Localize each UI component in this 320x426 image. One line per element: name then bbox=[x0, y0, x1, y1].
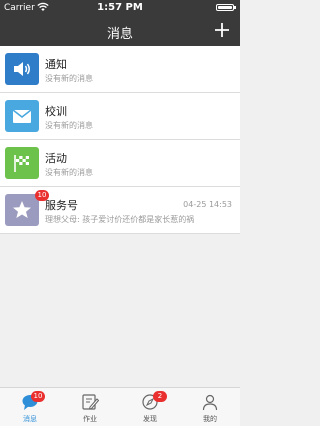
tab-profile[interactable]: 我的 bbox=[180, 388, 240, 426]
edit-icon bbox=[82, 394, 99, 410]
item-title: 服务号 bbox=[45, 199, 78, 212]
tab-label: 作业 bbox=[83, 415, 97, 423]
item-subtitle: 没有新的消息 bbox=[45, 121, 93, 130]
tab-badge: 2 bbox=[153, 391, 167, 402]
tab-discover[interactable]: 2 发现 bbox=[120, 388, 180, 426]
item-subtitle: 理想父母: 孩子爱讨价还价都是家长惹的祸 bbox=[45, 215, 195, 224]
item-time: 04-25 14:53 bbox=[183, 200, 232, 209]
item-title: 活动 bbox=[45, 152, 67, 165]
nav-bar: 消息 bbox=[0, 16, 240, 46]
tab-label: 我的 bbox=[203, 415, 217, 423]
item-subtitle: 没有新的消息 bbox=[45, 74, 93, 83]
status-bar: Carrier 1:57 PM bbox=[0, 0, 240, 16]
star-icon bbox=[5, 194, 39, 226]
tab-label: 消息 bbox=[23, 415, 37, 423]
list-item-activity[interactable]: 活动 没有新的消息 bbox=[0, 140, 240, 187]
item-subtitle: 没有新的消息 bbox=[45, 168, 93, 177]
flag-icon bbox=[5, 147, 39, 179]
plus-icon[interactable] bbox=[212, 20, 232, 40]
message-list: 通知 没有新的消息 校训 没有新的消息 活动 没有新的消息 10 服务号 04-… bbox=[0, 46, 240, 234]
list-item-service-account[interactable]: 10 服务号 04-25 14:53 理想父母: 孩子爱讨价还价都是家长惹的祸 bbox=[0, 187, 240, 234]
list-item-notice[interactable]: 通知 没有新的消息 bbox=[0, 46, 240, 93]
list-item-school-motto[interactable]: 校训 没有新的消息 bbox=[0, 93, 240, 140]
status-time: 1:57 PM bbox=[97, 2, 143, 13]
person-icon bbox=[202, 394, 218, 411]
battery-icon bbox=[216, 4, 236, 11]
tab-label: 发现 bbox=[143, 415, 157, 423]
tab-bar: 10 消息 作业 2 发现 我的 bbox=[0, 387, 240, 426]
tab-badge: 10 bbox=[31, 391, 45, 402]
page-title: 消息 bbox=[106, 27, 133, 42]
item-title: 通知 bbox=[45, 58, 67, 71]
item-title: 校训 bbox=[45, 105, 67, 118]
envelope-icon bbox=[5, 100, 39, 132]
tab-messages[interactable]: 10 消息 bbox=[0, 388, 60, 426]
speaker-icon bbox=[5, 53, 39, 85]
tab-homework[interactable]: 作业 bbox=[60, 388, 120, 426]
